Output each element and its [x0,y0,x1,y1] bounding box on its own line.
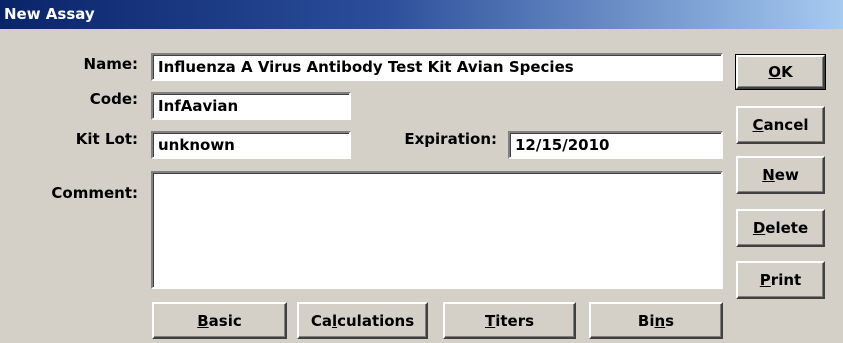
comment-label: Comment: [51,184,138,202]
title-bar: New Assay [0,0,843,29]
ok-button[interactable]: OK [735,54,826,90]
cancel-button[interactable]: Cancel [736,106,825,144]
expiration-input[interactable]: 12/15/2010 [508,131,723,159]
code-input[interactable]: InfAavian [151,92,351,120]
basic-button-label: Basic [197,311,242,330]
bins-button[interactable]: Bins [589,302,723,339]
bins-button-label: Bins [637,311,675,330]
calculations-button-label: Calculations [310,311,415,330]
delete-button-label: Delete [752,219,809,237]
comment-textarea[interactable] [151,171,723,289]
kit-lot-input[interactable]: unknown [151,131,351,159]
name-input[interactable]: Influenza A Virus Antibody Test Kit Avia… [151,53,723,81]
kit-lot-label: Kit Lot: [75,130,138,148]
print-button-label: Print [759,271,802,289]
calculations-button[interactable]: Calculations [297,302,428,339]
expiration-label: Expiration: [404,130,497,148]
new-button[interactable]: New [736,156,825,194]
new-button-label: New [762,166,799,184]
print-button[interactable]: Print [736,261,825,299]
new-assay-dialog: New Assay Name: Influenza A Virus Antibo… [0,0,843,343]
code-label: Code: [89,90,138,108]
basic-button[interactable]: Basic [152,302,287,339]
name-label: Name: [83,55,138,73]
cancel-button-label: Cancel [752,116,809,134]
ok-button-label: OK [768,63,793,81]
titers-button[interactable]: Titers [443,302,576,339]
delete-button[interactable]: Delete [736,209,825,247]
titers-button-label: Titers [484,311,535,330]
